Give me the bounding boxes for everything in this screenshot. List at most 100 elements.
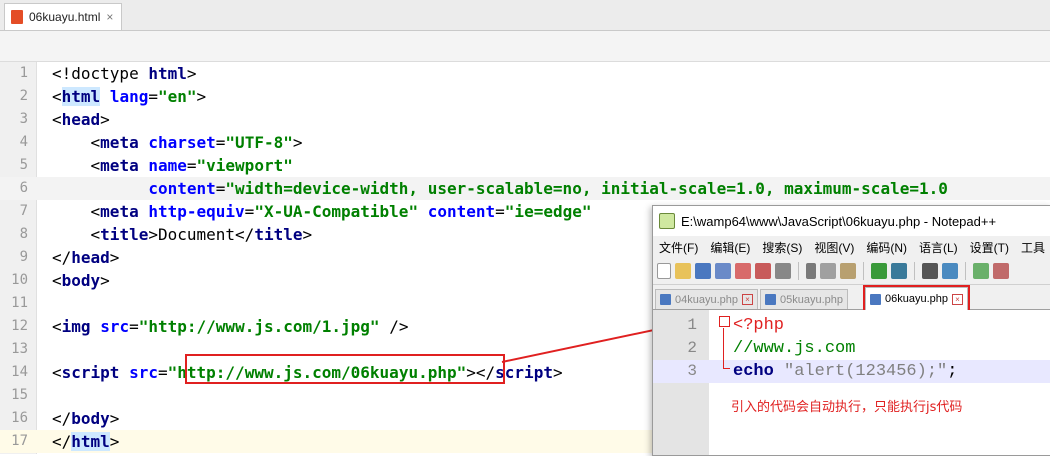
npp-code-editor[interactable]: 1 <?php 2 //www.js.com 3 echo "alert(123456);…: [653, 310, 1050, 455]
npp-tab-04kuayu[interactable]: 04kuayu.php ×: [655, 289, 758, 309]
line-number: 8: [19, 226, 28, 242]
npp-tab-06kuayu[interactable]: 06kuayu.php ×: [863, 285, 970, 312]
code-token: body: [61, 271, 101, 290]
paste-icon[interactable]: [840, 263, 856, 279]
new-file-icon[interactable]: [657, 263, 671, 279]
line-number: 7: [19, 203, 28, 219]
notepadpp-window[interactable]: E:\wamp64\www\JavaScript\06kuayu.php - N…: [652, 205, 1050, 456]
replace-icon[interactable]: [942, 263, 958, 279]
line-number: 13: [11, 341, 28, 357]
code-line[interactable]: 4 <meta charset="UTF-8">: [0, 131, 1050, 154]
code-line[interactable]: 2 <html lang="en">: [0, 85, 1050, 108]
save-all-icon[interactable]: [715, 263, 731, 279]
line-code: <meta name="viewport": [52, 154, 293, 177]
line-number: 1: [687, 316, 697, 334]
line-code: <!doctype html>: [52, 62, 197, 85]
fold-bracket: [723, 328, 730, 369]
code-token: src: [129, 363, 158, 382]
line-number: 2: [19, 88, 28, 104]
code-token: html: [71, 432, 110, 451]
line-number: 10: [11, 272, 28, 288]
save-icon[interactable]: [695, 263, 711, 279]
line-number: 9: [19, 249, 28, 265]
code-line[interactable]: 6 content="width=device-width, user-scal…: [0, 177, 1050, 200]
npp-tab-05kuayu[interactable]: 05kuayu.php: [760, 289, 848, 309]
menu-tools[interactable]: 工具: [1021, 239, 1045, 256]
code-line[interactable]: 3 <head>: [0, 108, 1050, 131]
npp-code-line[interactable]: 1 <?php: [653, 314, 1050, 337]
line-code: <body>: [52, 269, 110, 292]
code-token: <!doctype: [52, 64, 149, 83]
code-token: >: [109, 248, 120, 267]
code-line[interactable]: 1 <!doctype html>: [0, 62, 1050, 85]
line-code: <head>: [52, 108, 110, 131]
save-icon: [870, 293, 881, 305]
code-token: "viewport": [196, 156, 293, 175]
code-token: charset: [148, 133, 216, 152]
code-token: src: [100, 317, 130, 336]
fold-marker-icon[interactable]: [719, 316, 730, 327]
code-token: <: [52, 87, 62, 106]
code-token: html: [148, 64, 187, 83]
code-token: "en": [157, 87, 197, 106]
open-folder-icon[interactable]: [675, 263, 691, 279]
menu-encoding[interactable]: 编码(N): [866, 239, 907, 256]
menu-edit[interactable]: 编辑(E): [710, 239, 750, 256]
line-code: //www.js.com: [733, 337, 855, 360]
code-token: </: [52, 409, 72, 428]
npp-title-bar[interactable]: E:\wamp64\www\JavaScript\06kuayu.php - N…: [653, 206, 1050, 236]
code-token: "http://www.js.com/1.jpg": [138, 317, 380, 336]
print-icon[interactable]: [775, 263, 791, 279]
cut-icon[interactable]: [806, 263, 816, 279]
tab-06kuayu-html[interactable]: 06kuayu.html ×: [4, 3, 123, 30]
close-all-icon[interactable]: [755, 263, 771, 279]
code-token: "width=device-width, user-scalable=no, i…: [225, 179, 948, 198]
toolbar-separator: [798, 262, 799, 280]
code-token: </: [52, 248, 72, 267]
code-token: =: [186, 156, 197, 175]
zoom-in-icon[interactable]: [973, 263, 989, 279]
close-file-icon[interactable]: [735, 263, 751, 279]
line-code: <?php: [733, 314, 784, 337]
zoom-out-icon[interactable]: [993, 263, 1009, 279]
code-token: >: [109, 409, 120, 428]
undo-icon[interactable]: [871, 263, 887, 279]
redo-icon[interactable]: [891, 263, 907, 279]
close-icon[interactable]: ×: [952, 293, 963, 305]
line-code: <img src="http://www.js.com/1.jpg" />: [52, 315, 408, 338]
line-number: 16: [11, 410, 28, 426]
npp-code-line[interactable]: 2 //www.js.com: [653, 337, 1050, 360]
code-token: <: [52, 317, 62, 336]
code-token: >: [186, 64, 197, 83]
line-code: <html lang="en">: [52, 85, 206, 108]
npp-code-line[interactable]: 3 echo "alert(123456);";: [653, 360, 1050, 383]
code-token: ;: [947, 362, 958, 381]
menu-view[interactable]: 视图(V): [814, 239, 854, 256]
line-number: 3: [687, 362, 697, 380]
copy-icon[interactable]: [820, 263, 836, 279]
code-token: echo: [733, 362, 774, 381]
menu-search[interactable]: 搜索(S): [762, 239, 802, 256]
close-icon[interactable]: ×: [106, 10, 113, 24]
code-token: =: [244, 202, 255, 221]
code-token: >: [292, 133, 303, 152]
save-icon: [765, 294, 776, 305]
npp-tab-bar: 04kuayu.php × 05kuayu.php 06kuayu.php ×: [653, 285, 1050, 312]
code-token: content: [427, 202, 496, 221]
editor-toolbar-strip: [0, 31, 1050, 62]
code-line[interactable]: 5 <meta name="viewport": [0, 154, 1050, 177]
line-number: 12: [11, 318, 28, 334]
find-icon[interactable]: [922, 263, 938, 279]
menu-language[interactable]: 语言(L): [919, 239, 958, 256]
menu-file[interactable]: 文件(F): [659, 239, 698, 256]
line-number: 6: [19, 180, 28, 196]
menu-settings[interactable]: 设置(T): [970, 239, 1009, 256]
close-icon[interactable]: ×: [742, 294, 753, 305]
highlight-box-script-src: [185, 354, 505, 384]
npp-tab-label: 06kuayu.php: [885, 293, 948, 305]
code-token: //www.js.com: [733, 339, 856, 358]
code-token: html: [61, 87, 101, 106]
code-token: />: [379, 317, 409, 336]
